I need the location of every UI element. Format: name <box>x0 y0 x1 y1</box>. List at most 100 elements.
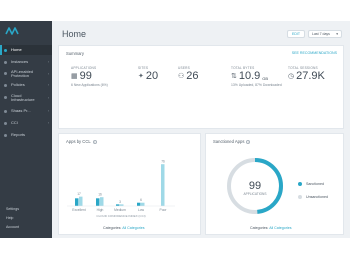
metric-row: ⇅ 10.9 GB <box>231 71 282 82</box>
app-window: Home Instances › API-enabled Protection › Pol… <box>0 21 350 238</box>
chevron-right-icon: › <box>47 83 49 87</box>
cci-bar-chart: 17 Excellent 16 High 3 Medium 6 Low 76 Poor CLOUD … <box>67 160 175 218</box>
sidebar-item-label: Policies <box>11 82 25 88</box>
sidebar-item-label: API-enabled Protection <box>11 69 34 78</box>
donut-center-label: APPLICATIONS <box>244 192 267 196</box>
metric-row: ◷ 27.9K <box>288 71 325 82</box>
sidebar-item-label: Home <box>11 47 22 53</box>
metric-value: 99 <box>79 70 92 82</box>
sessions-icon: ◷ <box>288 73 295 80</box>
categories-value: All Categories <box>269 226 292 230</box>
sanctioned-apps-title: Sanctioned Apps <box>213 139 245 144</box>
x-axis-label: CLOUD CONFIDENCE INDEX (CCI) <box>96 214 145 218</box>
page-title: Home <box>62 29 87 39</box>
bar-value-label: 6 <box>140 198 142 202</box>
bar-excellent-0[interactable] <box>75 198 79 206</box>
bar-low-0[interactable] <box>137 202 141 206</box>
sidebar-item-shaas[interactable]: Shaas Pr... › <box>0 106 52 116</box>
sidebar-item-label: Instances <box>11 59 29 65</box>
cloud-infrastructure-icon <box>4 96 7 99</box>
bar-high-0[interactable] <box>96 198 100 206</box>
x-tick-label: Medium <box>114 208 126 212</box>
sidebar-item-cloud-infrastructure[interactable]: Cloud Infrastructure › <box>0 92 52 103</box>
date-range-label: Last 7 days <box>312 32 330 36</box>
toolbar: EDIT Last 7 days ▾ <box>287 30 342 38</box>
metric-total-bytes[interactable]: TOTAL BYTES ⇅ 10.9 GB 13% Uploaded, 87% Down… <box>231 66 282 87</box>
date-range-dropdown[interactable]: Last 7 days ▾ <box>308 30 342 38</box>
categories-prefix: Categories: <box>250 226 270 230</box>
users-icon: ⚇ <box>178 73 185 80</box>
bar-value-label: 17 <box>77 192 81 196</box>
bar-value-label: 76 <box>161 160 165 164</box>
metric-sites[interactable]: SITES ✦ 20 <box>138 66 158 82</box>
chevron-right-icon: › <box>47 95 49 100</box>
sidebar-item-instances[interactable]: Instances › <box>0 57 52 67</box>
sanctioned-apps-card: Sanctioned Apps i 99 APPLICATIONS Sanctio… <box>205 133 344 235</box>
summary-title: Summary <box>66 51 84 56</box>
x-tick-label: High <box>97 208 104 212</box>
sanctioned-dot <box>298 182 302 186</box>
sidebar-item-label: Cloud Infrastructure <box>11 93 35 102</box>
metric-value: 27.9K <box>296 70 325 82</box>
metric-applications[interactable]: APPLICATIONS ▦ 99 6 New Applications (6%) <box>71 66 108 87</box>
sidebar-item-label: CCI <box>11 120 18 126</box>
bar-poor-0[interactable] <box>161 164 165 206</box>
apps-by-cci-categories-link[interactable]: Categories: All Categories <box>103 226 145 230</box>
home-icon <box>4 48 7 52</box>
sanctioned-categories-link[interactable]: Categories: All Categories <box>250 226 292 230</box>
chevron-down-icon: ▾ <box>336 32 338 36</box>
metric-value: 20 <box>145 70 159 82</box>
categories-value: All Categories <box>122 226 145 230</box>
metric-value: 26 <box>186 70 199 82</box>
metric-users[interactable]: USERS ⚇ 26 <box>178 66 199 82</box>
metric-row: ▦ 99 <box>71 71 108 82</box>
edit-button[interactable]: EDIT <box>287 30 305 38</box>
sanctioned-donut-chart: 99 APPLICATIONS <box>227 158 283 214</box>
sidebar-item-home[interactable]: Home <box>0 45 52 55</box>
categories-prefix: Categories: <box>103 226 123 230</box>
policies-icon <box>4 83 7 87</box>
apps-by-cci-card: Apps by CCL i 17 Excellent 16 High 3 Medium 6 Lo… <box>58 133 201 235</box>
bar-value-label: 16 <box>98 193 102 197</box>
metric-subtext: 6 New Applications (6%) <box>71 83 108 87</box>
info-icon[interactable]: i <box>246 139 251 144</box>
info-icon[interactable]: i <box>92 139 97 144</box>
bytes-icon: ⇅ <box>231 73 237 80</box>
sidebar-item-policies[interactable]: Policies › <box>0 80 52 90</box>
applications-icon: ▦ <box>71 73 78 80</box>
summary-card: Summary SEE RECOMMENDATIONS APPLICATIONS… <box>58 45 344 129</box>
legend-unsanctioned[interactable]: Unsanctioned 51 <box>298 195 350 199</box>
apps-by-cci-title: Apps by CCL <box>66 139 91 144</box>
main-content: Home EDIT Last 7 days ▾ Summary SEE RECO… <box>52 21 350 238</box>
legend-sanctioned[interactable]: Sanctioned 48 <box>298 182 350 186</box>
see-recommendations-link[interactable]: SEE RECOMMENDATIONS <box>292 51 337 55</box>
chevron-right-icon: › <box>47 109 49 113</box>
sidebar-item-cci[interactable]: CCI › <box>0 118 52 128</box>
sidebar-help-link[interactable]: Help <box>6 216 13 220</box>
unsanctioned-dot <box>298 195 302 199</box>
bar-low-1[interactable] <box>141 202 145 206</box>
sidebar-item-reports[interactable]: Reports <box>0 130 52 140</box>
sidebar-item-api-protection[interactable]: API-enabled Protection › <box>0 68 52 79</box>
sidebar: Home Instances › API-enabled Protection › Pol… <box>0 21 52 238</box>
reports-icon <box>4 133 7 137</box>
chevron-right-icon: › <box>47 60 49 64</box>
sidebar-settings-link[interactable]: Settings <box>6 207 19 211</box>
metric-subtext: 13% Uploaded, 87% Downloaded <box>231 83 282 87</box>
instances-icon <box>4 60 7 64</box>
legend-label: Unsanctioned <box>306 195 328 199</box>
metric-unit: GB <box>262 76 269 81</box>
api-protection-icon <box>4 72 7 75</box>
bar-excellent-1[interactable] <box>79 196 83 206</box>
metric-row: ✦ 20 <box>138 71 158 82</box>
bar-high-1[interactable] <box>100 197 104 206</box>
x-tick-label: Low <box>138 208 145 212</box>
sidebar-item-label: Shaas Pr... <box>11 108 31 114</box>
chevron-right-icon: › <box>47 71 49 76</box>
edit-button-label: EDIT <box>292 32 300 36</box>
donut-center-value: 99 <box>249 180 261 192</box>
metric-total-sessions[interactable]: TOTAL SESSIONS ◷ 27.9K <box>288 66 325 82</box>
sidebar-account-link[interactable]: Account <box>6 225 19 229</box>
x-tick-label: Excellent <box>72 208 85 212</box>
cci-icon <box>4 121 7 125</box>
